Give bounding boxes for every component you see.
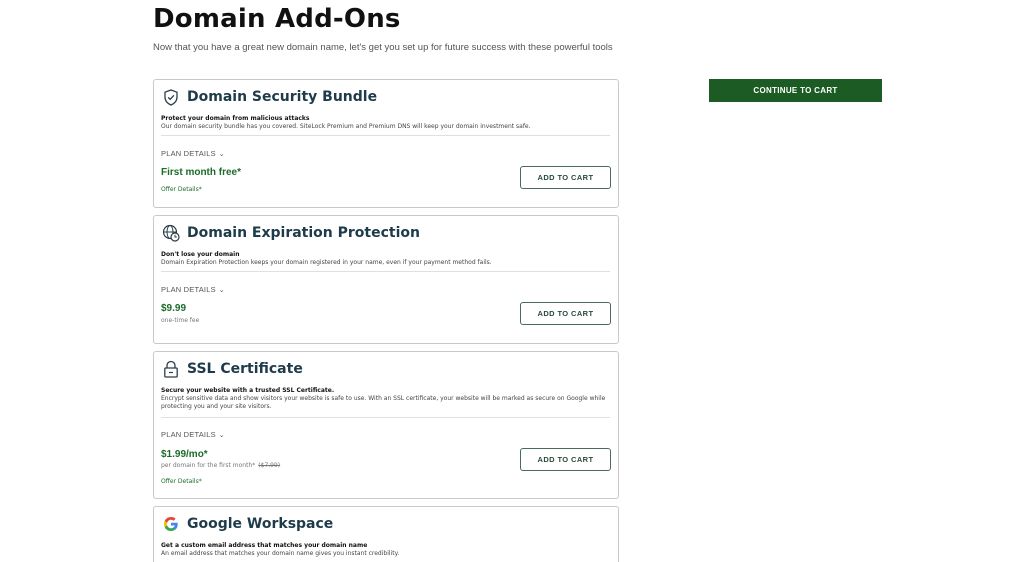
- globe-clock-icon: [162, 224, 180, 242]
- card-description: An email address that matches your domai…: [161, 550, 400, 557]
- addon-card-google-workspace: Google Workspace Get a custom email addr…: [153, 506, 619, 562]
- price: $9.99: [161, 303, 187, 314]
- price-note: per domain for the first month* ($7.99): [161, 462, 280, 469]
- google-logo-icon: [162, 515, 180, 533]
- card-title: Google Workspace: [187, 516, 334, 532]
- plan-details-toggle[interactable]: PLAN DETAILS ⌄: [161, 149, 225, 158]
- card-title: Domain Security Bundle: [187, 89, 378, 105]
- addon-card-security-bundle: Domain Security Bundle Protect your doma…: [153, 79, 619, 208]
- card-tagline: Don't lose your domain: [161, 251, 240, 258]
- price: First month free*: [161, 167, 242, 178]
- card-description: Encrypt sensitive data and show visitors…: [161, 395, 606, 410]
- chevron-down-icon: ⌄: [218, 431, 225, 439]
- add-to-cart-button[interactable]: ADD TO CART: [520, 448, 611, 471]
- chevron-down-icon: ⌄: [218, 150, 225, 158]
- card-tagline: Protect your domain from malicious attac…: [161, 115, 310, 122]
- card-description: Our domain security bundle has you cover…: [161, 123, 531, 130]
- original-price: ($7.99): [258, 462, 281, 469]
- addon-card-ssl-certificate: SSL Certificate Secure your website with…: [153, 351, 619, 499]
- plan-details-label: PLAN DETAILS: [161, 430, 216, 439]
- lock-icon: [162, 360, 180, 378]
- card-header: Domain Expiration Protection: [162, 224, 420, 242]
- card-divider: [161, 135, 610, 136]
- card-divider: [161, 271, 610, 272]
- offer-details-link[interactable]: Offer Details*: [161, 478, 202, 485]
- card-description: Domain Expiration Protection keeps your …: [161, 259, 492, 266]
- page-subtitle: Now that you have a great new domain nam…: [153, 42, 613, 53]
- price-note: one-time fee: [161, 317, 200, 324]
- card-tagline: Secure your website with a trusted SSL C…: [161, 387, 335, 394]
- price: $1.99/mo*: [161, 449, 208, 460]
- card-header: Domain Security Bundle: [162, 88, 377, 106]
- chevron-down-icon: ⌄: [218, 286, 225, 294]
- add-to-cart-button[interactable]: ADD TO CART: [520, 166, 611, 189]
- continue-to-cart-button[interactable]: CONTINUE TO CART: [709, 79, 882, 102]
- shield-check-icon: [162, 88, 180, 106]
- addon-card-expiration-protection: Domain Expiration Protection Don't lose …: [153, 215, 619, 344]
- card-tagline: Get a custom email address that matches …: [161, 542, 368, 549]
- plan-details-toggle[interactable]: PLAN DETAILS ⌄: [161, 285, 225, 294]
- plan-details-label: PLAN DETAILS: [161, 285, 216, 294]
- card-divider: [161, 417, 610, 418]
- price-note-text: per domain for the first month*: [161, 462, 256, 469]
- card-title: Domain Expiration Protection: [187, 225, 420, 241]
- card-header: SSL Certificate: [162, 360, 303, 378]
- card-title: SSL Certificate: [187, 361, 303, 377]
- page-title: Domain Add-Ons: [153, 4, 401, 34]
- plan-details-toggle[interactable]: PLAN DETAILS ⌄: [161, 430, 225, 439]
- add-to-cart-button[interactable]: ADD TO CART: [520, 302, 611, 325]
- card-header: Google Workspace: [162, 515, 333, 533]
- offer-details-link[interactable]: Offer Details*: [161, 186, 202, 193]
- plan-details-label: PLAN DETAILS: [161, 149, 216, 158]
